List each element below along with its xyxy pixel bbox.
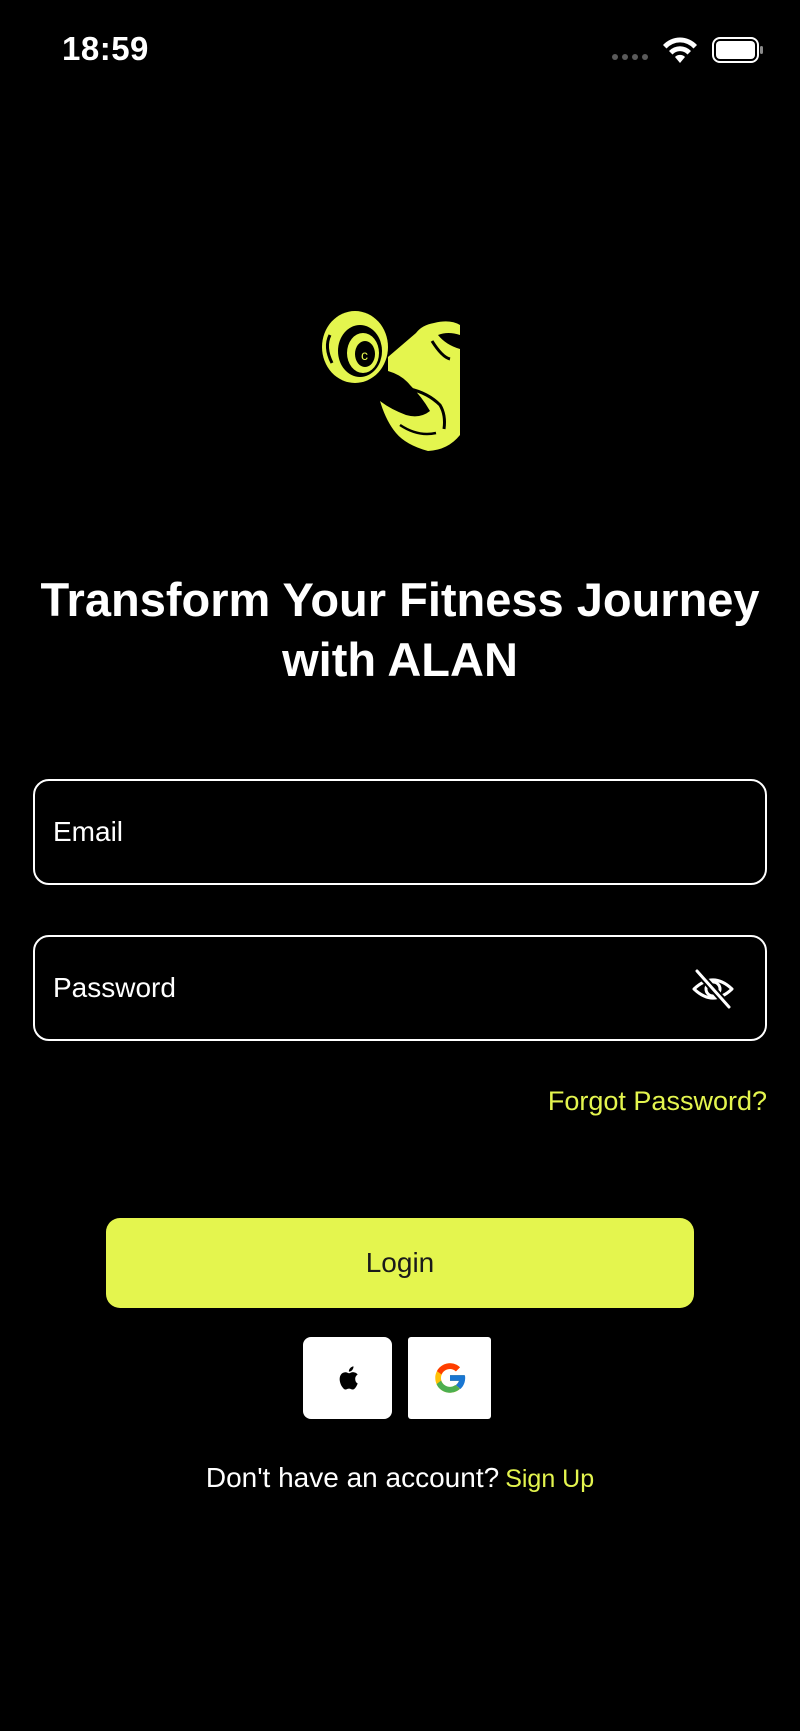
status-time: 18:59 (62, 30, 149, 67)
apple-icon (339, 1366, 358, 1390)
svg-text:c: c (361, 347, 368, 363)
status-bar: 18:59 (0, 0, 800, 100)
login-button[interactable]: Login (106, 1218, 694, 1308)
password-field[interactable] (53, 972, 653, 1004)
signup-row: Don't have an account? Sign Up (0, 1462, 800, 1494)
signup-prompt: Don't have an account? (205, 1462, 500, 1493)
google-icon (434, 1363, 466, 1393)
wifi-icon (663, 37, 697, 63)
apple-sign-in-button[interactable] (303, 1337, 392, 1419)
forgot-password-link[interactable]: Forgot Password? (548, 1086, 767, 1117)
headline: Transform Your Fitness Journey with ALAN (20, 570, 780, 690)
email-field-container (33, 779, 767, 885)
battery-icon (712, 37, 763, 63)
password-visibility-toggle[interactable] (691, 967, 735, 1011)
google-sign-in-button[interactable] (408, 1337, 491, 1419)
headline-line-1: Transform Your Fitness Journey (40, 573, 760, 626)
login-screen: 18:59 c Transform Your Fitness Journey w… (0, 0, 800, 1731)
email-field[interactable] (53, 816, 653, 848)
cellular-signal-icon (612, 54, 648, 60)
headline-line-2: with ALAN (282, 633, 518, 686)
dumbbell-flexed-arm-logo: c (322, 311, 460, 451)
password-field-container (33, 935, 767, 1041)
eye-slash-icon (692, 968, 734, 1010)
sign-up-link[interactable]: Sign Up (505, 1465, 594, 1494)
status-icons (612, 36, 764, 64)
